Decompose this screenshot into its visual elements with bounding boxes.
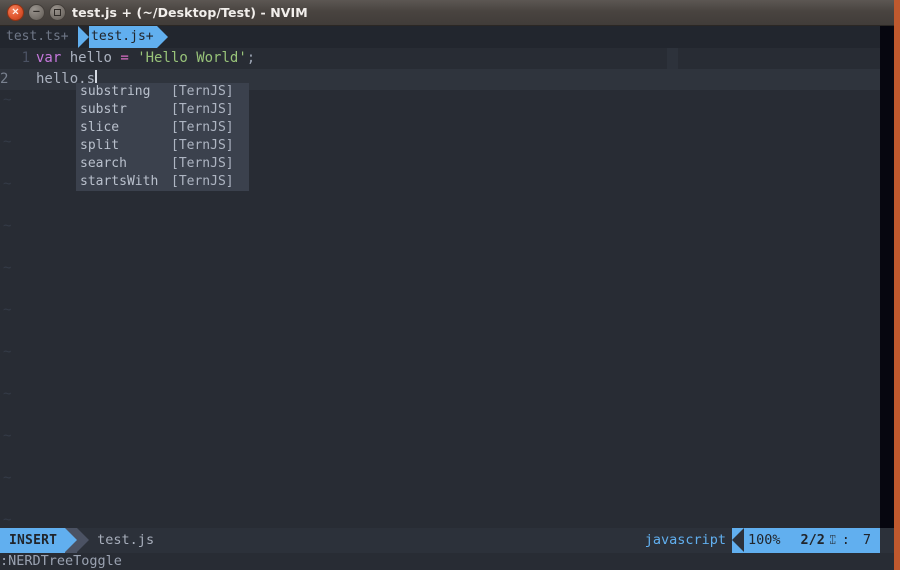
filler-tilde: ~ <box>3 218 12 234</box>
line-content: var hello = 'Hello World'; <box>36 48 255 69</box>
line-number-icon: ⑄ <box>826 528 839 553</box>
completion-word: startsWith <box>80 174 159 189</box>
completion-source: [TernJS] <box>171 174 234 189</box>
code-token: hello <box>69 50 112 66</box>
percent-chevron-icon <box>732 528 744 553</box>
completion-source: [TernJS] <box>171 138 234 153</box>
completion-item[interactable]: split [TernJS] <box>76 137 249 155</box>
completion-item[interactable]: search [TernJS] <box>76 155 249 173</box>
window-titlebar: × − test.js + (~/Desktop/Test) - NVIM <box>0 0 900 26</box>
code-token: 'Hello World' <box>137 50 247 66</box>
filler-tilde: ~ <box>3 260 12 276</box>
completion-word: split <box>80 138 120 153</box>
code-token: var <box>36 50 62 66</box>
completion-word: substr <box>80 102 127 117</box>
minimize-icon[interactable]: − <box>28 4 45 21</box>
editor-line[interactable]: 1 var hello = 'Hello World'; <box>0 48 880 69</box>
completion-source: [TernJS] <box>171 120 234 135</box>
window-right-border <box>894 0 900 570</box>
file-chevron-icon <box>77 528 90 553</box>
statusline: INSERT test.js javascript 100% 2/2 ⑄ : 7 <box>0 528 894 553</box>
maximize-glyph <box>54 9 61 16</box>
code-token: = <box>120 50 129 66</box>
completion-source: [TernJS] <box>171 156 234 171</box>
mode-chevron-icon <box>65 528 78 553</box>
tab-chevron-left-icon <box>78 26 89 48</box>
filler-tilde: ~ <box>3 470 12 486</box>
window-title: test.js + (~/Desktop/Test) - NVIM <box>72 5 308 20</box>
tab-chevron-right-icon <box>156 26 168 48</box>
line-position: 2/2 <box>790 528 827 553</box>
filler-tilde: ~ <box>3 344 12 360</box>
tab-test-ts[interactable]: test.ts+ <box>6 26 69 48</box>
scroll-percent: 100% <box>744 528 791 553</box>
window-controls: × − <box>7 4 66 21</box>
position-separator: : <box>838 528 853 553</box>
minimize-glyph: − <box>32 6 41 17</box>
completion-item[interactable]: startsWith [TernJS] <box>76 173 249 191</box>
filler-tilde: ~ <box>3 134 12 150</box>
completion-source: [TernJS] <box>171 102 234 117</box>
filler-tilde: ~ <box>3 386 12 402</box>
tab-test-js-label: test.js+ <box>89 26 157 48</box>
completion-source: [TernJS] <box>171 84 234 99</box>
completion-item[interactable]: substr [TernJS] <box>76 101 249 119</box>
tabline: test.ts+ test.js+ <box>0 26 900 48</box>
close-glyph: × <box>11 6 20 17</box>
command-line[interactable]: :NERDTreeToggle <box>0 553 894 570</box>
filler-tilde: ~ <box>3 176 12 192</box>
right-dark-gutter <box>880 26 894 570</box>
statusline-left: INSERT test.js <box>0 528 154 553</box>
completion-popup[interactable]: substring [TernJS] substr [TernJS] slice [Ter… <box>76 83 249 191</box>
column-position: 7 <box>852 528 880 553</box>
line-number: 1 <box>21 50 30 66</box>
completion-word: substring <box>80 84 151 99</box>
completion-item[interactable]: slice [TernJS] <box>76 119 249 137</box>
filetype-label: javascript <box>644 532 726 548</box>
line-number: 2 <box>0 71 9 87</box>
close-icon[interactable]: × <box>7 4 24 21</box>
maximize-icon[interactable] <box>49 4 66 21</box>
completion-word: search <box>80 156 127 171</box>
statusline-filename: test.js <box>97 532 155 548</box>
completion-item[interactable]: substring [TernJS] <box>76 83 249 101</box>
code-token: ; <box>246 50 256 66</box>
tab-test-js[interactable]: test.js+ <box>78 26 168 48</box>
filler-tilde: ~ <box>3 302 12 318</box>
statusline-right: javascript 100% 2/2 ⑄ : 7 <box>645 528 880 553</box>
color-column-marker <box>667 48 678 69</box>
nvim-window: × − test.js + (~/Desktop/Test) - NVIM te… <box>0 0 900 570</box>
mode-indicator: INSERT <box>0 528 66 553</box>
filler-tilde: ~ <box>3 92 12 108</box>
completion-word: slice <box>80 120 120 135</box>
filler-tilde: ~ <box>3 428 12 444</box>
